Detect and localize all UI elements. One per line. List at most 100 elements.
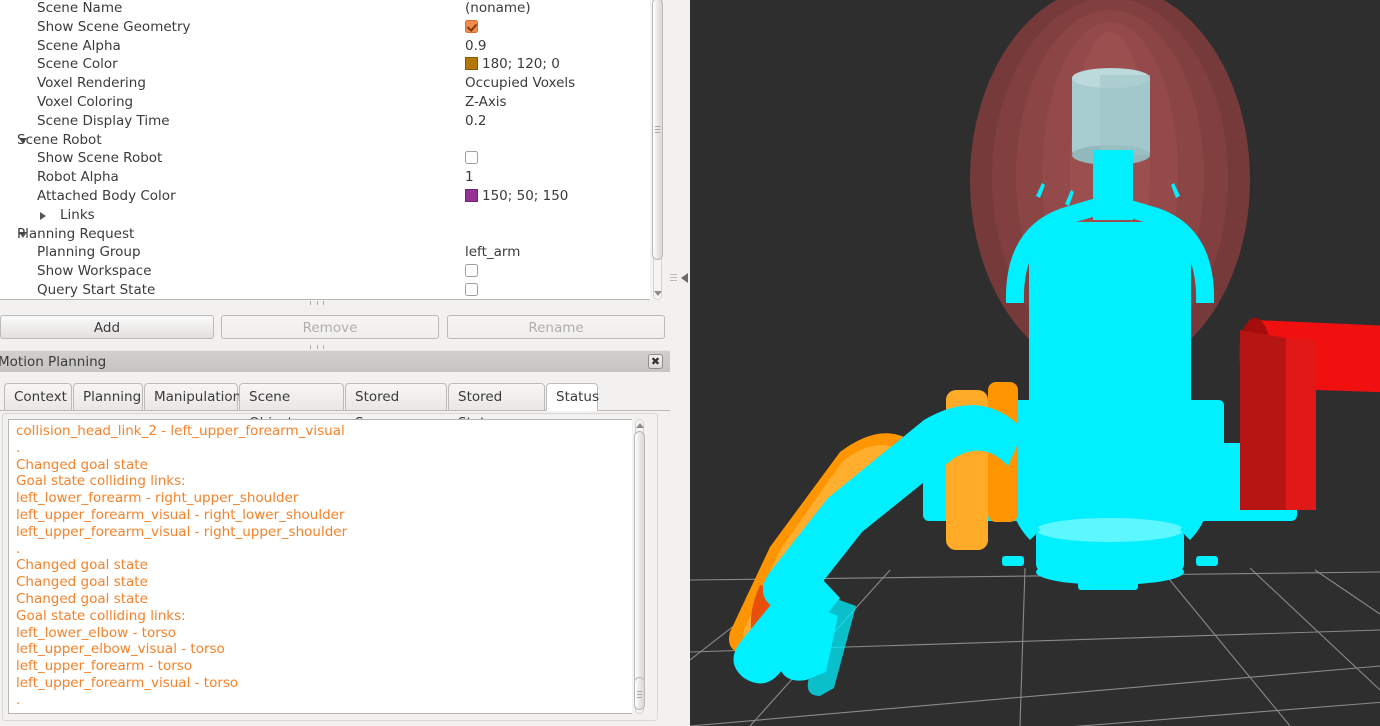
property-value[interactable]: 150; 50; 150 <box>465 187 568 206</box>
color-swatch[interactable] <box>465 57 478 71</box>
property-row[interactable]: Links <box>0 206 651 225</box>
property-row[interactable]: Scene Robot <box>0 131 651 150</box>
tab-scene-objects[interactable]: Scene Objects <box>239 383 344 431</box>
property-value[interactable]: 180; 120; 0 <box>465 55 560 74</box>
dock-splitter-handle[interactable] <box>668 0 690 302</box>
scrollbar-thumb[interactable] <box>634 431 645 684</box>
property-value[interactable]: (noname) <box>465 0 531 18</box>
3d-scene <box>690 0 1380 726</box>
scrollbar-grip <box>655 126 660 133</box>
property-value[interactable]: Occupied Voxels <box>465 74 575 93</box>
property-row[interactable]: Show Scene Geometry <box>0 18 651 37</box>
scrollbar-grip <box>637 690 642 698</box>
property-value[interactable] <box>465 18 478 37</box>
rviz-moveit-window: Scene Name (noname) Show Scene Geometry Sce… <box>0 0 1380 726</box>
log-line: . <box>16 540 21 557</box>
value-text: Z-Axis <box>465 93 507 110</box>
log-line: left_upper_forearm_visual - right_lower_… <box>16 506 345 523</box>
log-line: left_lower_elbow - torso <box>16 624 177 641</box>
checkbox[interactable] <box>465 19 478 33</box>
value-text: (noname) <box>465 0 531 16</box>
rename-button[interactable]: Rename <box>447 315 665 339</box>
property-value[interactable] <box>465 149 478 168</box>
scroll-down-arrow-icon[interactable] <box>654 291 662 296</box>
property-label: Show Scene Geometry <box>37 18 191 35</box>
log-line: Goal state colliding links: <box>16 607 186 624</box>
property-tree-scrollbar[interactable] <box>650 0 665 300</box>
property-row[interactable]: Scene Color 180; 120; 0 <box>0 55 651 74</box>
property-row[interactable]: Voxel Coloring Z-Axis <box>0 93 651 112</box>
log-line: collision_head_link_2 - left_upper_forea… <box>16 423 345 439</box>
tab-manipulation[interactable]: Manipulation <box>144 383 241 411</box>
property-label: Voxel Rendering <box>37 75 146 92</box>
value-text: 1 <box>465 169 474 186</box>
value-text: 0.9 <box>465 37 487 54</box>
property-row[interactable]: Show Scene Robot <box>0 149 651 168</box>
collapse-left-arrow-icon[interactable] <box>681 273 688 283</box>
tab-stored-scenes[interactable]: Stored Scenes <box>345 383 447 431</box>
motion-planning-titlebar[interactable]: Motion Planning ✖ <box>0 350 670 372</box>
color-value-text: 150; 50; 150 <box>482 187 569 204</box>
property-row[interactable]: Robot Alpha 1 <box>0 168 651 187</box>
chevron-right-icon[interactable] <box>40 211 46 220</box>
log-line: . <box>16 439 21 456</box>
property-row[interactable]: Scene Name (noname) <box>0 0 651 18</box>
property-row[interactable]: Attached Body Color 150; 50; 150 <box>0 187 651 206</box>
log-line: left_upper_forearm_visual - torso <box>16 674 239 691</box>
motion-planning-title: Motion Planning <box>0 354 107 370</box>
property-label: Show Workspace <box>37 263 152 280</box>
scroll-up-arrow-icon[interactable] <box>636 423 644 428</box>
property-value[interactable]: Z-Axis <box>465 93 507 112</box>
property-label: Scene Robot <box>17 131 102 148</box>
log-line: left_upper_elbow_visual - torso <box>16 641 225 658</box>
scrollbar-thumb-handle[interactable] <box>634 677 645 710</box>
property-row[interactable]: Planning Request <box>0 225 651 244</box>
log-line: left_upper_forearm_visual - right_upper_… <box>16 523 348 540</box>
scrollbar-thumb[interactable] <box>652 0 663 260</box>
property-value[interactable] <box>465 281 478 299</box>
property-row[interactable]: Query Start State <box>0 281 651 299</box>
checkbox[interactable] <box>465 151 478 165</box>
property-tree[interactable]: Scene Name (noname) Show Scene Geometry Sce… <box>0 0 652 300</box>
tab-context[interactable]: Context <box>4 383 72 411</box>
property-label: Voxel Coloring <box>37 93 134 110</box>
property-value[interactable] <box>465 262 478 281</box>
checkbox[interactable] <box>465 264 478 278</box>
property-label: Query Start State <box>37 281 156 298</box>
property-row[interactable]: Scene Display Time 0.2 <box>0 112 651 131</box>
log-line: Changed goal state <box>16 456 148 473</box>
property-value[interactable]: 0.9 <box>465 37 486 56</box>
property-row[interactable]: Voxel Rendering Occupied Voxels <box>0 74 651 93</box>
property-row[interactable]: Show Workspace <box>0 262 651 281</box>
property-row[interactable]: Planning Group left_arm <box>0 243 651 262</box>
left-dock-panel: Scene Name (noname) Show Scene Geometry Sce… <box>0 0 690 726</box>
property-label: Scene Color <box>37 56 118 73</box>
property-label: Scene Alpha <box>37 37 121 54</box>
property-label: Links <box>60 206 95 223</box>
add-button[interactable]: Add <box>0 315 214 339</box>
tab-planning[interactable]: Planning <box>73 383 143 411</box>
remove-button[interactable]: Remove <box>221 315 439 339</box>
tab-stored-states[interactable]: Stored States <box>448 383 545 431</box>
splitter-grip-dots-icon <box>670 274 677 283</box>
property-label: Planning Request <box>17 225 135 242</box>
log-line: Changed goal state <box>16 590 148 607</box>
color-swatch[interactable] <box>465 188 478 202</box>
motion-planning-tabbar: ContextPlanningManipulationScene Objects… <box>0 383 670 431</box>
3d-render-view[interactable] <box>690 0 1380 726</box>
property-value[interactable]: 1 <box>465 168 474 187</box>
panel-resize-grip-bottom[interactable] <box>310 344 324 349</box>
status-log-scrollbar[interactable] <box>632 419 647 714</box>
property-label: Scene Display Time <box>37 112 170 129</box>
log-line: left_upper_forearm - torso <box>16 658 193 675</box>
close-icon[interactable]: ✖ <box>648 354 663 369</box>
log-line: . <box>16 691 21 708</box>
status-log-textarea[interactable]: collision_head_link_2 - left_upper_forea… <box>8 419 642 714</box>
property-row[interactable]: Scene Alpha 0.9 <box>0 37 651 56</box>
panel-resize-grip-top[interactable] <box>310 300 324 305</box>
property-value[interactable]: 0.2 <box>465 112 486 131</box>
property-value[interactable]: left_arm <box>465 243 520 262</box>
property-label: Attached Body Color <box>37 187 176 204</box>
tab-status[interactable]: Status <box>546 383 599 411</box>
checkbox[interactable] <box>465 282 478 296</box>
